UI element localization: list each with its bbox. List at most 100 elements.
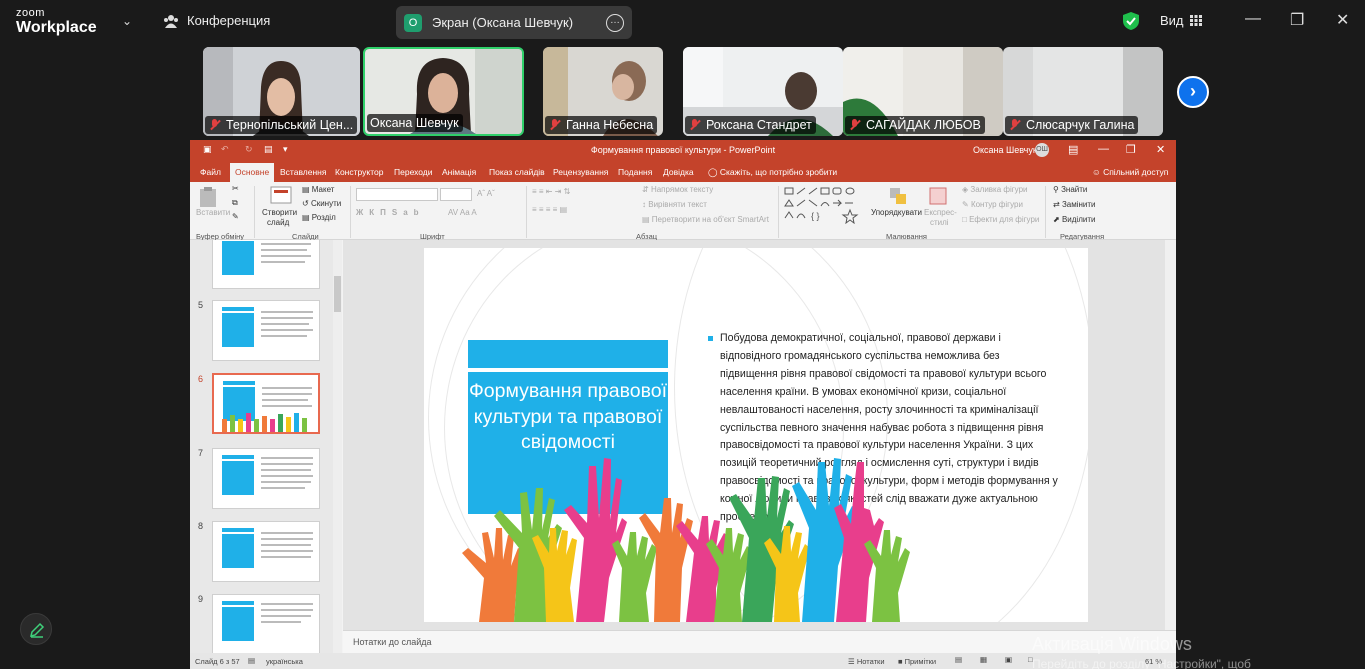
bullets-icon[interactable]: ≡ ≡ ⇤ ⇥ ⇅: [532, 187, 570, 196]
tab-design[interactable]: Конструктор: [335, 167, 383, 177]
quick-styles-icon[interactable]: [928, 186, 948, 206]
mic-muted-icon: [688, 118, 702, 132]
font-size-buttons[interactable]: Aˆ Aˇ: [477, 189, 495, 198]
font-color-buttons[interactable]: AV Aa A: [448, 208, 477, 217]
notes-toggle[interactable]: ☰ Нотатки: [848, 657, 885, 666]
shape-fill-label: Заливка фігури: [970, 185, 1028, 194]
normal-view-icon[interactable]: ▤: [955, 655, 962, 664]
quick-styles-label-1[interactable]: Експрес-: [924, 208, 957, 217]
smartart-button[interactable]: ▤ Перетворити на об'єкт SmartArt: [642, 215, 769, 224]
conference-menu[interactable]: Конференция: [163, 13, 270, 28]
new-slide-label-2[interactable]: слайд: [267, 218, 289, 227]
shape-outline-button[interactable]: ✎ Контур фігури: [962, 200, 1023, 209]
participant-tile-active-speaker[interactable]: Оксана Шевчук: [363, 47, 524, 136]
ppt-maximize-icon[interactable]: ❐: [1126, 143, 1136, 156]
presenter-avatar: О: [404, 13, 422, 32]
slide-thumbnail[interactable]: [212, 594, 320, 653]
ppt-user-name[interactable]: Оксана Шевчук: [973, 145, 1037, 155]
shape-fill-button[interactable]: ◈ Заливка фігури: [962, 185, 1028, 194]
screen-share-label: Экран (Оксана Шевчук): [432, 15, 574, 30]
minimize-icon[interactable]: —: [1245, 10, 1261, 28]
tab-review[interactable]: Рецензування: [553, 167, 608, 177]
arrange-label[interactable]: Упорядкувати: [871, 208, 922, 217]
slide-thumbnail[interactable]: [212, 240, 320, 289]
language-indicator[interactable]: українська: [266, 657, 303, 666]
ribbon-display-icon[interactable]: ▤: [1068, 143, 1078, 156]
tab-home[interactable]: Основне: [230, 163, 275, 182]
align-icons[interactable]: ≡ ≡ ≡ ≡ ▤: [532, 205, 567, 214]
new-slide-label-1[interactable]: Створити: [262, 208, 297, 217]
more-options-icon[interactable]: …: [606, 13, 624, 32]
arrange-icon[interactable]: [888, 186, 908, 206]
tab-slideshow[interactable]: Показ слайдів: [489, 167, 545, 177]
participant-name: Тернопільський Цен...: [205, 116, 358, 134]
maximize-icon[interactable]: ❐: [1290, 10, 1304, 30]
annotate-button[interactable]: [20, 613, 52, 645]
tab-file[interactable]: Файл: [200, 167, 221, 177]
slide-thumbnail[interactable]: [212, 300, 320, 361]
participant-tile[interactable]: Роксана Стандрет: [683, 47, 843, 136]
shapes-gallery[interactable]: { }: [784, 186, 866, 224]
quick-styles-label-2[interactable]: стилі: [930, 218, 949, 227]
select-button[interactable]: ⬈ Виділити: [1053, 215, 1095, 224]
new-slide-icon[interactable]: [270, 186, 292, 204]
slide-thumbnail[interactable]: [212, 448, 320, 509]
cut-icon[interactable]: ✂: [232, 184, 239, 193]
participant-tile[interactable]: Ганна Небесна: [543, 47, 663, 136]
font-family-select[interactable]: [356, 188, 438, 201]
spellcheck-icon[interactable]: ▤: [248, 656, 255, 665]
user-avatar[interactable]: ОШ: [1035, 143, 1049, 157]
paste-icon[interactable]: [198, 186, 218, 208]
tab-transitions[interactable]: Переходи: [394, 167, 433, 177]
font-size-select[interactable]: [440, 188, 472, 201]
tab-animations[interactable]: Анімація: [442, 167, 476, 177]
slide-thumbnail[interactable]: [212, 521, 320, 582]
scrollbar-thumb[interactable]: [334, 276, 341, 312]
ppt-minimize-icon[interactable]: —: [1098, 143, 1109, 155]
view-menu[interactable]: Вид: [1160, 13, 1202, 28]
thumb-line: [261, 475, 313, 477]
participant-tile[interactable]: Слюсарчук Галина: [1003, 47, 1163, 136]
tab-help[interactable]: Довідка: [663, 167, 694, 177]
thumb-number-selected: 6: [198, 374, 204, 384]
replace-button[interactable]: ⇄ Замінити: [1053, 200, 1096, 209]
slide-thumbnail-selected[interactable]: [212, 373, 320, 434]
security-shield-icon[interactable]: [1122, 11, 1140, 31]
close-icon[interactable]: ✕: [1336, 10, 1349, 30]
thumbnail-scrollbar[interactable]: [333, 240, 342, 653]
chevron-down-icon[interactable]: ⌄: [122, 14, 132, 28]
layout-button[interactable]: ▤ Макет: [302, 185, 334, 194]
participant-tile[interactable]: Тернопільський Цен...: [203, 47, 360, 136]
mic-muted-icon: [1008, 118, 1022, 132]
ppt-close-icon[interactable]: ✕: [1156, 143, 1165, 156]
reset-button[interactable]: ↺ Скинути: [302, 199, 341, 208]
next-participants-button[interactable]: ›: [1177, 76, 1209, 108]
slide-scrollbar[interactable]: [1165, 240, 1176, 630]
slide-canvas[interactable]: Формування правової культури та правової…: [424, 248, 1088, 622]
tab-view[interactable]: Подання: [618, 167, 652, 177]
screen-share-indicator[interactable]: О Экран (Оксана Шевчук) …: [396, 6, 632, 39]
comments-toggle[interactable]: ■ Примітки: [898, 657, 936, 666]
shape-effects-button[interactable]: □ Ефекти для фігури: [962, 215, 1039, 224]
thumb-line: [261, 481, 311, 483]
align-text-button[interactable]: ↕ Вирівняти текст: [642, 200, 707, 209]
text-direction-button[interactable]: ⇵ Напрямок тексту: [642, 185, 713, 194]
participant-tile[interactable]: САГАЙДАК ЛЮБОВ: [843, 47, 1003, 136]
find-button[interactable]: ⚲ Знайти: [1053, 185, 1087, 194]
font-format-buttons[interactable]: ЖКПSab: [356, 208, 425, 217]
section-label: Розділ: [311, 213, 336, 222]
tab-insert[interactable]: Вставлення: [280, 167, 326, 177]
section-button[interactable]: ▤ Розділ: [302, 213, 336, 222]
thumb-line: [261, 621, 301, 623]
paste-button[interactable]: Вставити: [196, 208, 230, 217]
ribbon-separator: [254, 186, 255, 238]
share-button[interactable]: ☺ Спільний доступ: [1092, 167, 1168, 177]
ribbon-separator: [1045, 186, 1046, 238]
copy-icon[interactable]: ⧉: [232, 198, 238, 208]
tell-me-box[interactable]: ◯ Скажіть, що потрібно зробити: [708, 167, 837, 178]
format-painter-icon[interactable]: ✎: [232, 212, 239, 221]
section-icon: ▤: [302, 213, 310, 222]
reading-view-icon[interactable]: ▣: [1005, 655, 1012, 664]
thumb-number: 5: [198, 300, 204, 310]
slide-sorter-icon[interactable]: ▦: [980, 655, 987, 664]
